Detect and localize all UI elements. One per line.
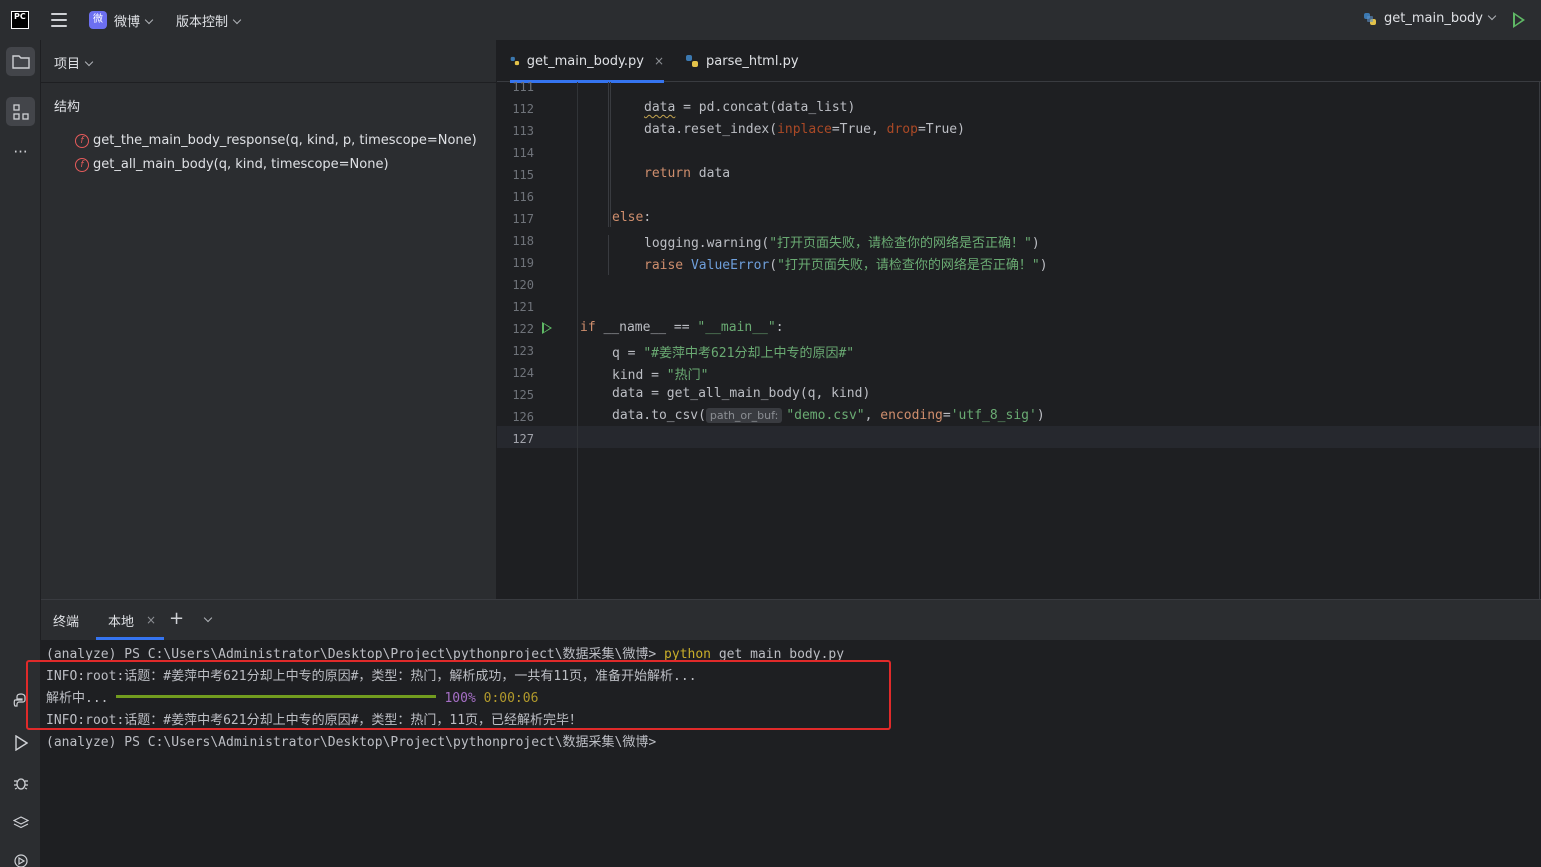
editor-tab-bar: get_main_body.py × parse_html.py (497, 40, 1541, 83)
line-number: 112 (512, 102, 534, 116)
structure-item[interactable]: f get_the_main_body_response(q, kind, p,… (75, 133, 477, 148)
line-number: 119 (512, 256, 534, 270)
line-number: 125 (512, 388, 534, 402)
line-number: 115 (512, 168, 534, 182)
right-margin (1539, 82, 1540, 614)
terminal-line: INFO:root:话题：#姜萍中考621分却上中专的原因#，类型：热门，解析成… (46, 669, 697, 684)
line-number: 124 (512, 366, 534, 380)
debug-icon[interactable] (6, 768, 35, 797)
layers-icon[interactable] (6, 808, 35, 837)
code-line-119: raise ValueError("打开页面失败，请检查你的网络是否正确！") (644, 258, 1048, 273)
run-config-label: get_main_body (1384, 11, 1483, 26)
pycharm-logo-icon: PC (11, 11, 29, 29)
panel-divider (41, 82, 497, 83)
code-line-125: data = get_all_main_body(q, kind) (612, 386, 871, 401)
structure-item-label: get_the_main_body_response(q, kind, p, t… (93, 133, 477, 148)
code-line-126: data.to_csv(path_or_buf: "demo.csv", enco… (612, 408, 1045, 423)
code-line-117: else: (612, 210, 652, 225)
python-file-icon (686, 55, 698, 67)
close-icon[interactable]: × (654, 54, 664, 68)
structure-icon[interactable] (6, 97, 35, 126)
project-panel-header[interactable]: 项目 (54, 53, 94, 72)
line-number: 117 (512, 212, 534, 226)
terminal-header: 终端 本地 × + (41, 600, 1541, 640)
tab-label: parse_html.py (706, 53, 799, 69)
code-line-122: if __name__ == "__main__": (580, 320, 784, 335)
terminal-line: (analyze) PS C:\Users\Administrator\Desk… (46, 735, 657, 750)
terminal-panel: 终端 本地 × + (analyze) PS C:\Users\Administ… (41, 599, 1541, 867)
tab-parse-html[interactable]: parse_html.py (685, 40, 799, 82)
project-structure-panel: 项目 结构 f get_the_main_body_response(q, ki… (41, 40, 497, 599)
chevron-down-icon (232, 15, 242, 25)
tool-window-strip: ··· (0, 40, 41, 867)
line-number: 113 (512, 124, 534, 138)
indent-guide (608, 235, 609, 275)
close-icon[interactable]: × (146, 613, 156, 627)
line-number: 116 (512, 190, 534, 204)
run-gutter-icon[interactable] (542, 322, 552, 334)
chevron-down-icon (84, 57, 94, 67)
line-number: 118 (512, 234, 534, 248)
structure-panel-title: 结构 (54, 100, 81, 115)
line-number: 111 (512, 80, 534, 94)
more-icon[interactable]: ··· (6, 137, 35, 166)
project-badge-icon[interactable]: 微 (89, 11, 107, 29)
indent-guide (610, 82, 611, 227)
line-number: 127 (512, 432, 534, 446)
progress-bar (116, 695, 437, 698)
structure-item[interactable]: f get_all_main_body(q, kind, timescope=N… (75, 157, 389, 172)
function-icon: f (75, 133, 89, 148)
line-number: 114 (512, 146, 534, 160)
chevron-down-icon (144, 15, 154, 25)
main-menu-icon[interactable] (51, 13, 67, 27)
tab-get-main-body[interactable]: get_main_body.py × (510, 40, 664, 83)
run-icon[interactable] (1513, 12, 1525, 28)
progress-percent: 100% (444, 691, 476, 706)
code-line-124: kind = "热门" (612, 368, 709, 383)
parameter-hint: path_or_buf: (705, 408, 783, 423)
chevron-down-icon (203, 613, 213, 623)
code-area[interactable]: data = pd.concat(data_list) data.reset_i… (577, 82, 1539, 614)
code-line-118: logging.warning("打开页面失败，请检查你的网络是否正确！") (644, 236, 1040, 251)
vcs-menu[interactable]: 版本控制 (176, 11, 242, 30)
tab-label: get_main_body.py (526, 53, 644, 69)
line-number-gutter: 111 112 113 114 115 116 117 118 119 120 … (497, 80, 577, 614)
python-file-icon (1364, 12, 1376, 25)
chevron-down-icon (1487, 11, 1497, 20)
run-tool-icon[interactable] (6, 728, 35, 757)
terminal-title: 终端 (53, 615, 80, 630)
code-line-113: data.reset_index(inplace=True, drop=True… (644, 122, 965, 137)
line-number: 122 (512, 322, 534, 336)
line-number: 120 (512, 278, 534, 292)
code-line-115: return data (644, 166, 731, 181)
services-icon[interactable] (6, 846, 35, 867)
terminal-line: INFO:root:话题：#姜萍中考621分却上中专的原因#，类型：热门，11页… (46, 713, 583, 728)
indent-guide (608, 82, 609, 227)
vcs-label: 版本控制 (176, 15, 229, 30)
code-editor: get_main_body.py × parse_html.py 111 112… (497, 40, 1541, 614)
project-name: 微博 (114, 15, 141, 30)
line-number: 126 (512, 410, 534, 424)
run-configuration-selector[interactable]: get_main_body (1363, 11, 1497, 26)
tab-label: 本地 (108, 614, 135, 630)
code-line-123: q = "#姜萍中考621分却上中专的原因#" (612, 346, 855, 361)
folder-icon[interactable] (6, 47, 35, 76)
line-number: 123 (512, 344, 534, 358)
project-selector[interactable]: 微博 (114, 11, 154, 30)
python-console-icon[interactable] (6, 686, 35, 715)
project-panel-title: 项目 (54, 57, 81, 72)
terminal-dropdown[interactable] (199, 613, 213, 628)
terminal-line: (analyze) PS C:\Users\Administrator\Desk… (46, 647, 845, 662)
structure-item-label: get_all_main_body(q, kind, timescope=Non… (93, 157, 389, 172)
python-file-icon (510, 56, 520, 66)
add-terminal-icon[interactable]: + (169, 608, 184, 629)
code-line-112: data = pd.concat(data_list) (644, 100, 856, 115)
terminal-line: 解析中... 100% 0:00:06 (46, 691, 539, 706)
title-bar: PC 微 微博 版本控制 get_main_body (0, 0, 1541, 40)
function-icon: f (75, 157, 89, 172)
progress-eta: 0:00:06 (483, 691, 539, 706)
tab-local-terminal[interactable]: 本地 × (96, 600, 164, 640)
line-number: 121 (512, 300, 534, 314)
